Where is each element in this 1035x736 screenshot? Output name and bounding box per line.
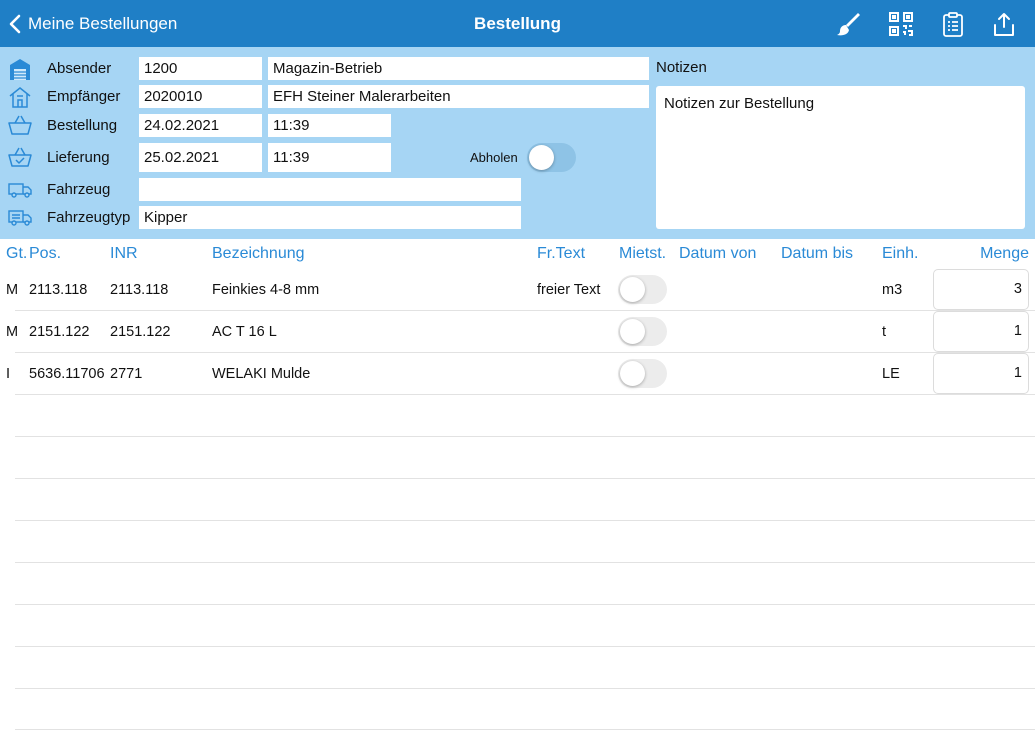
cell-einheit: m3 [882, 282, 903, 298]
cell-einheit: t [882, 324, 887, 340]
warehouse-icon [7, 57, 33, 81]
column-header-gt: Gt. [6, 245, 28, 262]
cell-pos: 2151.122 [29, 324, 90, 340]
cell-bezeichnung: AC T 16 L [212, 324, 277, 340]
column-header-mietst: Mietst. [619, 245, 667, 262]
truck-icon [7, 177, 33, 201]
row-separator [15, 352, 1035, 353]
notes-textarea[interactable]: Notizen zur Bestellung [656, 86, 1025, 229]
empfaenger-label: Empfänger [47, 88, 121, 105]
toggle-knob [620, 361, 645, 386]
row-separator [15, 394, 1035, 395]
column-header-datum-bis: Datum bis [781, 245, 854, 262]
brush-icon [837, 13, 860, 36]
cell-gt: I [6, 366, 11, 382]
absender-label: Absender [47, 60, 112, 77]
fahrzeug-field[interactable] [139, 178, 521, 201]
back-button[interactable]: Meine Bestellungen [8, 8, 177, 40]
cell-frtext: freier Text [537, 282, 601, 298]
mietst-toggle[interactable] [618, 275, 667, 304]
cell-pos: 2113.118 [29, 282, 88, 298]
mietst-toggle[interactable] [618, 359, 667, 388]
clipboard-button[interactable] [938, 9, 968, 39]
lieferung-time-field[interactable]: 11:39 [268, 143, 391, 172]
back-button-label: Meine Bestellungen [28, 14, 178, 33]
bestellung-time-field[interactable]: 11:39 [268, 114, 391, 137]
cell-einheit: LE [882, 366, 900, 382]
toggle-knob [620, 277, 645, 302]
absender-code-field[interactable]: 1200 [139, 57, 262, 80]
toggle-knob [529, 145, 554, 170]
empfaenger-name-field[interactable]: EFH Steiner Malerarbeiten [268, 85, 649, 108]
abholen-label: Abholen [470, 150, 518, 165]
order-header-panel: Absender 1200 Magazin-Betrieb Empfänger … [0, 47, 1035, 239]
abholen-toggle[interactable] [527, 143, 576, 172]
empfaenger-code-field[interactable]: 2020010 [139, 85, 262, 108]
row-separator [15, 688, 1035, 689]
cell-inr: 2113.118 [110, 282, 169, 298]
column-header-datum-von: Datum von [679, 245, 757, 262]
quantity-field[interactable]: 1 [933, 353, 1029, 394]
cell-inr: 2771 [110, 366, 143, 382]
column-header-menge: Menge [980, 245, 1029, 262]
toggle-knob [620, 319, 645, 344]
row-separator [15, 310, 1035, 311]
cell-pos: 5636.11706 [29, 366, 105, 382]
row-separator [15, 646, 1035, 647]
cell-gt: M [6, 282, 19, 298]
lieferung-date-field[interactable]: 25.02.2021 [139, 143, 262, 172]
qr-code-icon [889, 12, 913, 36]
basket-icon [7, 113, 33, 137]
share-button[interactable] [989, 9, 1019, 39]
brush-button[interactable] [834, 9, 864, 39]
absender-name-field[interactable]: Magazin-Betrieb [268, 57, 649, 80]
bestellung-date-field[interactable]: 24.02.2021 [139, 114, 262, 137]
row-separator [15, 604, 1035, 605]
row-separator [15, 520, 1035, 521]
notes-label: Notizen [656, 59, 707, 76]
cell-gt: M [6, 324, 19, 340]
row-separator [15, 729, 1035, 730]
qr-code-button[interactable] [886, 9, 916, 39]
house-icon [7, 85, 33, 109]
bestellung-label: Bestellung [47, 117, 118, 134]
column-header-frtext: Fr.Text [537, 245, 586, 262]
fahrzeugtyp-label: Fahrzeugtyp [47, 209, 131, 226]
row-separator [15, 436, 1035, 437]
cell-inr: 2151.122 [110, 324, 171, 340]
basket-check-icon [7, 145, 33, 169]
share-icon [994, 13, 1014, 36]
navigation-bar: Meine Bestellungen Bestellung [0, 0, 1035, 47]
cell-bezeichnung: Feinkies 4-8 mm [212, 282, 320, 298]
cell-bezeichnung: WELAKI Mulde [212, 366, 311, 382]
fahrzeug-label: Fahrzeug [47, 181, 111, 198]
quantity-field[interactable]: 3 [933, 269, 1029, 310]
column-header-pos: Pos. [29, 245, 62, 262]
mietst-toggle[interactable] [618, 317, 667, 346]
fahrzeugtyp-field[interactable]: Kipper [139, 206, 521, 229]
lieferung-label: Lieferung [47, 149, 110, 166]
column-header-einheit: Einh. [882, 245, 919, 262]
column-header-bezeichnung: Bezeichnung [212, 245, 305, 262]
row-separator [15, 478, 1035, 479]
truck-type-icon [7, 205, 33, 229]
column-header-inr: INR [110, 245, 138, 262]
row-separator [15, 562, 1035, 563]
clipboard-icon [943, 12, 963, 37]
chevron-left-icon [9, 14, 21, 34]
quantity-field[interactable]: 1 [933, 311, 1029, 352]
